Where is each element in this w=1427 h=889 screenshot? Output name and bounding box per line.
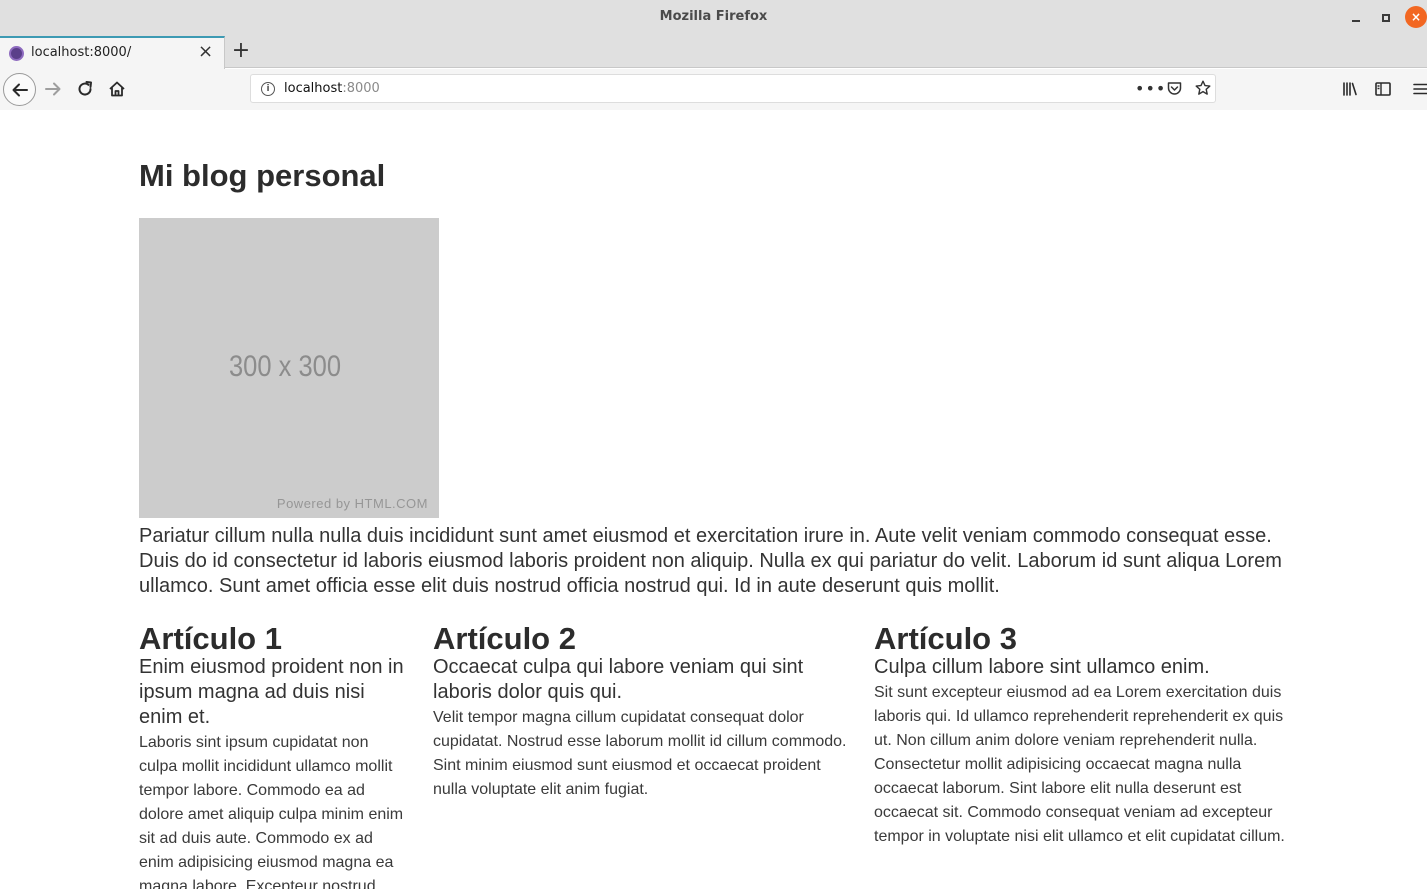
- article-subtitle: Culpa cillum labore sint ullamco enim.: [874, 656, 1210, 678]
- arrow-right-icon: [45, 82, 61, 96]
- maximize-button[interactable]: [1377, 9, 1395, 27]
- library-button[interactable]: [1339, 77, 1361, 101]
- url-port: :8000: [342, 81, 380, 96]
- reload-icon: [78, 81, 92, 96]
- home-button[interactable]: [105, 77, 129, 101]
- window-titlebar: Mozilla Firefox ×: [0, 0, 1427, 36]
- article-subtitle: Occaecat culpa qui labore veniam qui sin…: [433, 656, 804, 703]
- menu-button[interactable]: [1410, 77, 1427, 101]
- placeholder-credit: Powered by HTML.COM: [276, 496, 428, 511]
- star-icon[interactable]: [1195, 80, 1211, 96]
- back-button[interactable]: [3, 73, 36, 106]
- sidebar-button[interactable]: [1372, 77, 1394, 101]
- tab-title: localhost:8000/: [31, 45, 132, 60]
- article-3: Artículo 3 Culpa cillum labore sint ulla…: [874, 620, 1299, 849]
- close-icon: ×: [1410, 10, 1422, 24]
- window-title: Mozilla Firefox: [659, 9, 768, 24]
- article-body: Laboris sint ipsum cupidatat non culpa m…: [139, 734, 404, 889]
- page-actions-button[interactable]: •••: [1135, 79, 1166, 98]
- close-window-button[interactable]: ×: [1405, 6, 1427, 28]
- maximize-icon: [1382, 14, 1390, 22]
- arrow-left-icon: [12, 83, 28, 96]
- article-body: Velit tempor magna cillum cupidatat cons…: [433, 709, 847, 798]
- pocket-icon[interactable]: [1167, 82, 1182, 95]
- home-icon: [109, 81, 125, 97]
- article-2: Artículo 2 Occaecat culpa qui labore ven…: [433, 620, 853, 802]
- placeholder-size-text: 300 x 300: [228, 350, 342, 383]
- info-icon[interactable]: i: [261, 82, 275, 96]
- tab-localhost[interactable]: localhost:8000/ ×: [0, 36, 225, 69]
- article-title: Artículo 1: [139, 621, 282, 656]
- reload-button[interactable]: [73, 77, 97, 101]
- minimize-button[interactable]: [1347, 9, 1365, 27]
- page-title: Mi blog personal: [139, 158, 386, 193]
- new-tab-button[interactable]: +: [230, 39, 252, 63]
- article-1: Artículo 1 Enim eiusmod proident non in …: [139, 620, 411, 889]
- tab-close-icon[interactable]: ×: [198, 43, 213, 61]
- article-title: Artículo 3: [874, 621, 1017, 656]
- placeholder-image: 300 x 300 Powered by HTML.COM: [139, 218, 439, 518]
- sidebar-icon: [1375, 82, 1391, 96]
- forward-button[interactable]: [41, 77, 65, 101]
- page-content: Mi blog personal 300 x 300 Powered by HT…: [139, 110, 1299, 889]
- article-title: Artículo 2: [433, 621, 576, 656]
- tab-strip: localhost:8000/ × +: [0, 36, 1427, 69]
- minimize-icon: [1352, 20, 1360, 22]
- url-text[interactable]: localhost:8000: [284, 81, 380, 96]
- url-bar[interactable]: i localhost:8000 •••: [250, 74, 1216, 103]
- article-subtitle: Enim eiusmod proident non in ipsum magna…: [139, 656, 404, 728]
- article-body: Sit sunt excepteur eiusmod ad ea Lorem e…: [874, 684, 1285, 845]
- favicon-icon: [9, 46, 24, 61]
- url-host: localhost: [284, 81, 343, 96]
- intro-paragraph: Pariatur cillum nulla nulla duis incidid…: [139, 525, 1282, 597]
- hamburger-icon: [1413, 83, 1427, 95]
- navigation-toolbar: i localhost:8000 •••: [0, 69, 1427, 110]
- library-icon: [1343, 82, 1357, 96]
